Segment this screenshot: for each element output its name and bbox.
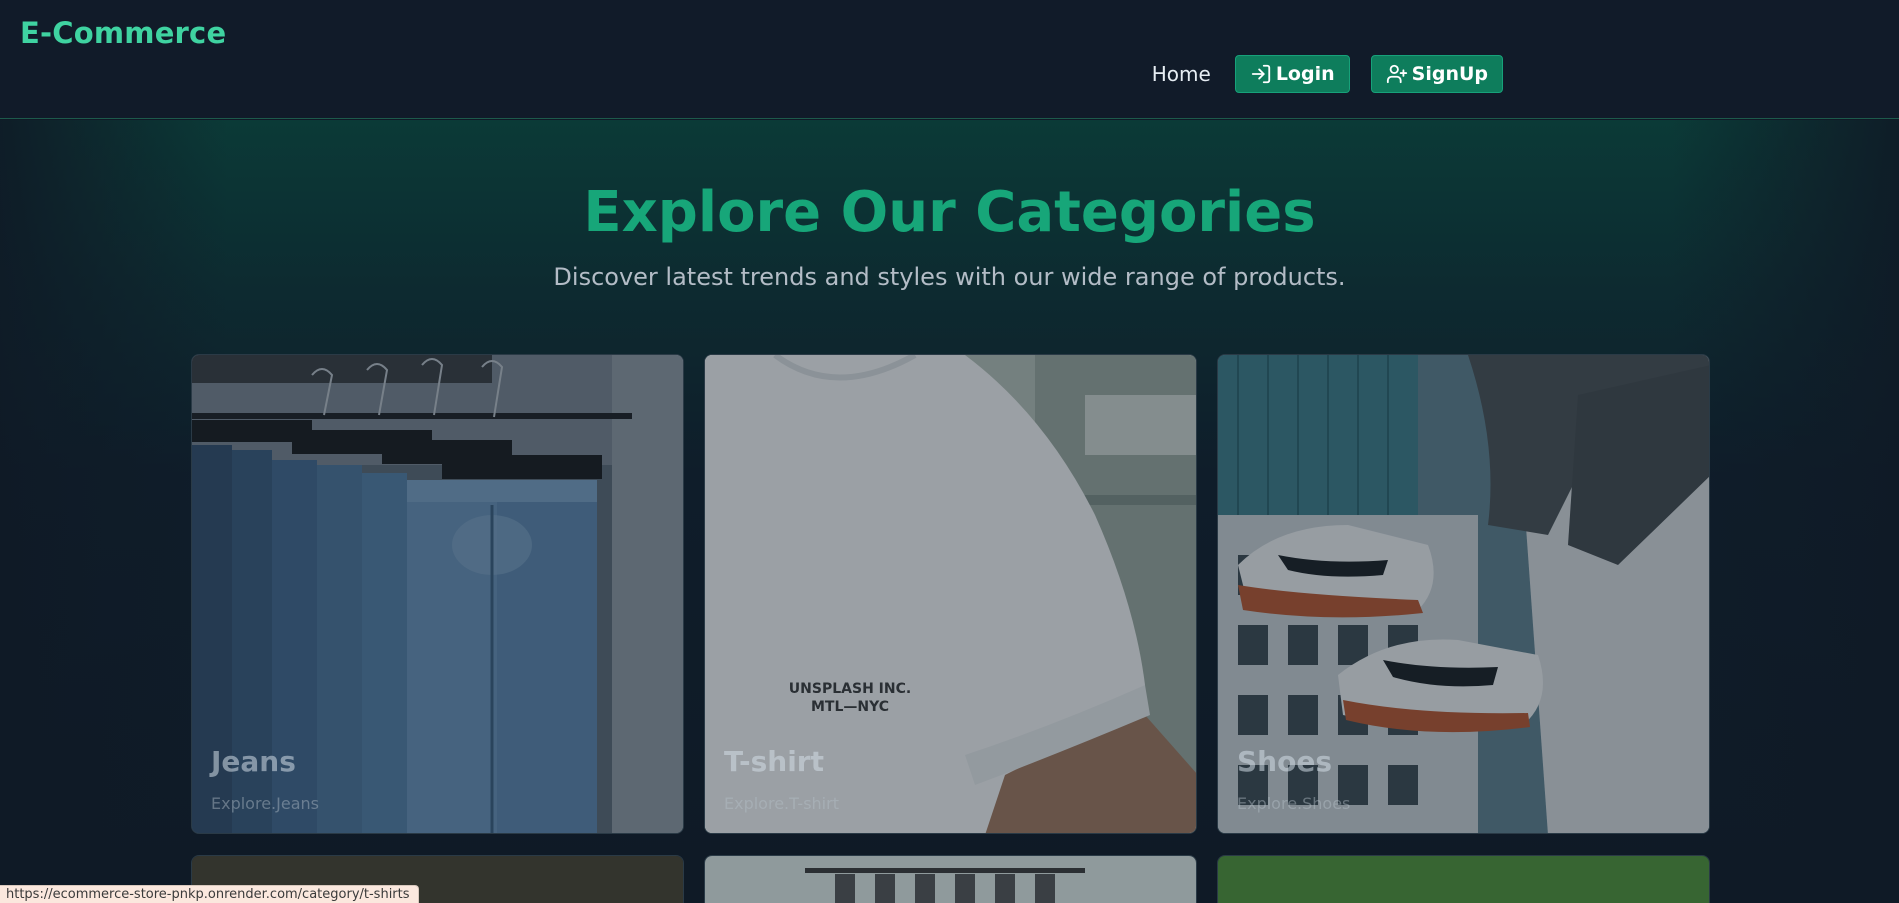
brand-logo[interactable]: E-Commerce <box>20 16 226 50</box>
nav-links: Home Login SignUp <box>1152 55 1503 93</box>
status-bar-url: https://ecommerce-store-pnkp.onrender.co… <box>0 885 419 903</box>
tshirt-print: UNSPLASH INC. MTL—NYC <box>788 681 912 715</box>
category-card-row2-3[interactable] <box>1217 855 1710 903</box>
user-plus-icon <box>1386 64 1407 84</box>
category-title: Shoes <box>1237 745 1332 778</box>
nav-home-link[interactable]: Home <box>1152 55 1211 93</box>
login-icon <box>1251 64 1270 84</box>
category-title: Jeans <box>211 745 296 778</box>
category-explore-link[interactable]: Explore.Jeans <box>211 794 319 813</box>
category-card-jeans[interactable]: Jeans Explore.Jeans <box>191 354 684 834</box>
category-card-row2-2[interactable] <box>704 855 1197 903</box>
category-title: T-shirt <box>724 745 824 778</box>
category-card-tshirt[interactable]: UNSPLASH INC. MTL—NYC T-shirt Explore.T-… <box>704 354 1197 834</box>
signup-button[interactable]: SignUp <box>1370 55 1503 93</box>
category-explore-link[interactable]: Explore.T-shirt <box>724 794 839 813</box>
top-navbar: E-Commerce Home Login SignUp <box>0 0 1899 119</box>
page-title: Explore Our Categories <box>583 180 1316 245</box>
login-button[interactable]: Login <box>1234 55 1350 93</box>
page-subtitle: Discover latest trends and styles with o… <box>553 263 1346 291</box>
category-card-shoes[interactable]: Shoes Explore.Shoes <box>1217 354 1710 834</box>
signup-label: SignUp <box>1411 63 1488 85</box>
category-explore-link[interactable]: Explore.Shoes <box>1237 794 1350 813</box>
login-label: Login <box>1275 63 1335 85</box>
